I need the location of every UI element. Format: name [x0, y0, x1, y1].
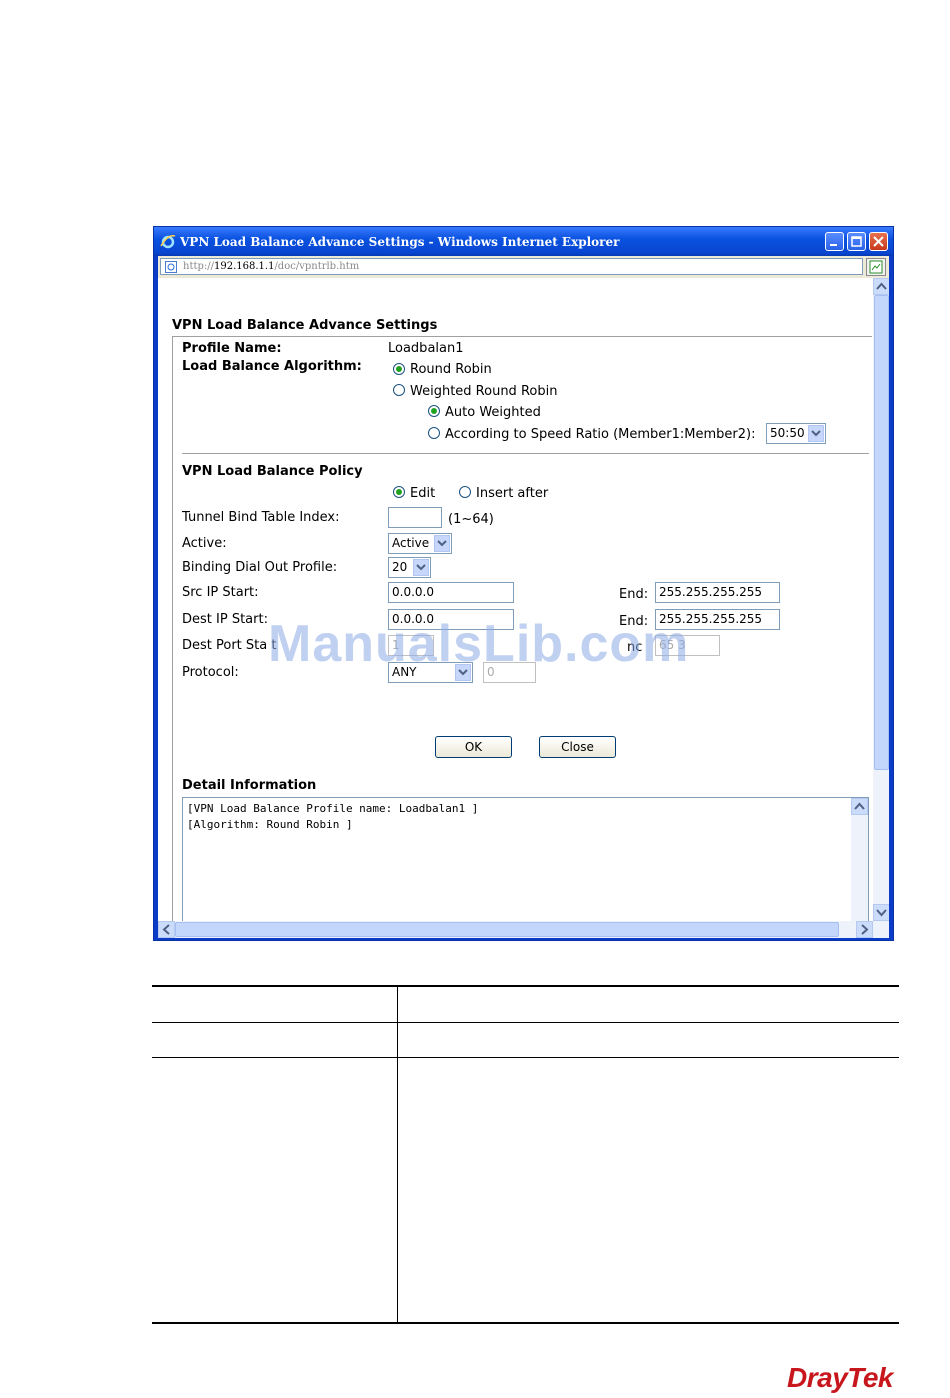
insert-after-label: Insert after	[476, 486, 549, 501]
title-bar: VPN Load Balance Advance Settings - Wind…	[154, 227, 893, 256]
speed-ratio-radio[interactable]	[428, 427, 440, 439]
maximize-button[interactable]	[847, 232, 866, 251]
round-robin-radio[interactable]	[393, 363, 405, 375]
dest-port-label: Dest Port Sta t	[182, 638, 276, 653]
tunnel-index-label: Tunnel Bind Table Index:	[182, 510, 340, 525]
insert-after-radio[interactable]	[459, 486, 471, 498]
tunnel-index-input[interactable]	[388, 507, 442, 528]
ie-logo-icon	[160, 234, 176, 249]
speed-ratio-label: According to Speed Ratio (Member1:Member…	[445, 427, 756, 442]
algorithm-label: Load Balance Algorithm:	[182, 359, 362, 374]
table-top-rule	[152, 985, 899, 987]
active-value: Active	[392, 536, 430, 550]
scroll-right-button[interactable]	[856, 921, 873, 938]
active-label: Active:	[182, 536, 227, 551]
scroll-up-icon	[876, 282, 887, 290]
chevron-down-icon	[413, 559, 429, 576]
table-column-rule	[397, 985, 398, 1324]
detail-line: [VPN Load Balance Profile name: Loadbala…	[187, 802, 479, 815]
weighted-round-robin-label: Weighted Round Robin	[410, 384, 558, 399]
auto-weighted-label: Auto Weighted	[445, 405, 541, 420]
detail-textarea[interactable]: [VPN Load Balance Profile name: Loadbala…	[182, 797, 869, 938]
close-icon	[873, 236, 884, 247]
detail-scrollbar[interactable]	[851, 798, 868, 938]
address-prefix: http://	[183, 261, 214, 272]
table-row-rule	[152, 1057, 899, 1058]
scroll-left-icon	[162, 924, 170, 935]
minimize-icon	[830, 244, 837, 246]
policy-heading: VPN Load Balance Policy	[182, 464, 363, 479]
scroll-right-icon	[861, 924, 869, 935]
round-robin-label: Round Robin	[410, 362, 492, 377]
table-bottom-rule	[152, 1322, 899, 1324]
page-horizontal-scrollbar[interactable]	[158, 921, 889, 938]
detail-line: [Algorithm: Round Robin ]	[187, 818, 353, 831]
address-bar: http://192.168.1.1/doc/vpntrlb.htm	[158, 256, 889, 278]
binding-label: Binding Dial Out Profile:	[182, 560, 338, 575]
weighted-round-robin-radio[interactable]	[393, 384, 405, 396]
heading-divider	[172, 336, 872, 337]
form-left-border	[172, 336, 173, 938]
chevron-down-icon	[808, 425, 824, 442]
profile-name-value: Loadbalan1	[388, 341, 464, 356]
address-path: /doc/vpntrlb.htm	[274, 261, 360, 272]
vertical-scroll-thumb[interactable]	[874, 295, 889, 770]
src-ip-end-input[interactable]: 255.255.255.255	[655, 582, 780, 603]
close-window-button[interactable]	[869, 232, 888, 251]
scroll-down-button[interactable]	[873, 904, 889, 921]
src-ip-label: Src IP Start:	[182, 585, 259, 600]
address-field[interactable]: http://192.168.1.1/doc/vpntrlb.htm	[160, 258, 863, 275]
edit-label: Edit	[410, 486, 436, 501]
active-select[interactable]: Active	[388, 533, 452, 554]
address-host: 192.168.1.1	[214, 261, 275, 272]
profile-name-label: Profile Name:	[182, 341, 282, 356]
detail-heading: Detail Information	[182, 778, 317, 793]
speed-ratio-value: 50:50	[770, 426, 805, 440]
edit-radio[interactable]	[393, 486, 405, 498]
watermark: ManualsLib.com	[268, 615, 690, 673]
form-heading: VPN Load Balance Advance Settings	[172, 318, 438, 333]
section-divider	[182, 453, 869, 454]
page-compat-icon[interactable]	[866, 258, 886, 276]
window-title: VPN Load Balance Advance Settings - Wind…	[180, 235, 620, 249]
compat-view-icon	[869, 260, 883, 274]
minimize-button[interactable]	[825, 232, 844, 251]
dest-ip-label: Dest IP Start:	[182, 612, 268, 627]
scroll-down-icon	[876, 909, 887, 917]
src-end-label: End:	[619, 587, 649, 602]
auto-weighted-radio[interactable]	[428, 405, 440, 417]
close-button[interactable]: Close	[539, 736, 616, 758]
page-icon	[165, 261, 177, 273]
table-row-rule	[152, 1022, 899, 1023]
scroll-left-button[interactable]	[158, 921, 175, 938]
ie-window: VPN Load Balance Advance Settings - Wind…	[153, 226, 894, 941]
scroll-up-icon	[851, 798, 868, 815]
ok-button[interactable]: OK	[435, 736, 512, 758]
binding-value: 20	[392, 560, 408, 574]
horizontal-scroll-thumb[interactable]	[175, 922, 839, 937]
maximize-icon	[851, 236, 862, 247]
binding-select[interactable]: 20	[388, 557, 431, 578]
chevron-down-icon	[434, 535, 450, 552]
page-content: VPN Load Balance Advance Settings Profil…	[158, 278, 889, 938]
speed-ratio-select[interactable]: 50:50	[766, 423, 826, 444]
src-ip-start-input[interactable]: 0.0.0.0	[388, 582, 514, 603]
page-vertical-scrollbar[interactable]	[873, 278, 889, 921]
tunnel-index-range: (1~64)	[448, 512, 494, 527]
draytek-logo: DrayTek	[787, 1362, 893, 1393]
dest-port-label-text: Dest Port Sta	[182, 638, 268, 653]
protocol-label: Protocol:	[182, 665, 239, 680]
scroll-up-button[interactable]	[873, 278, 889, 295]
